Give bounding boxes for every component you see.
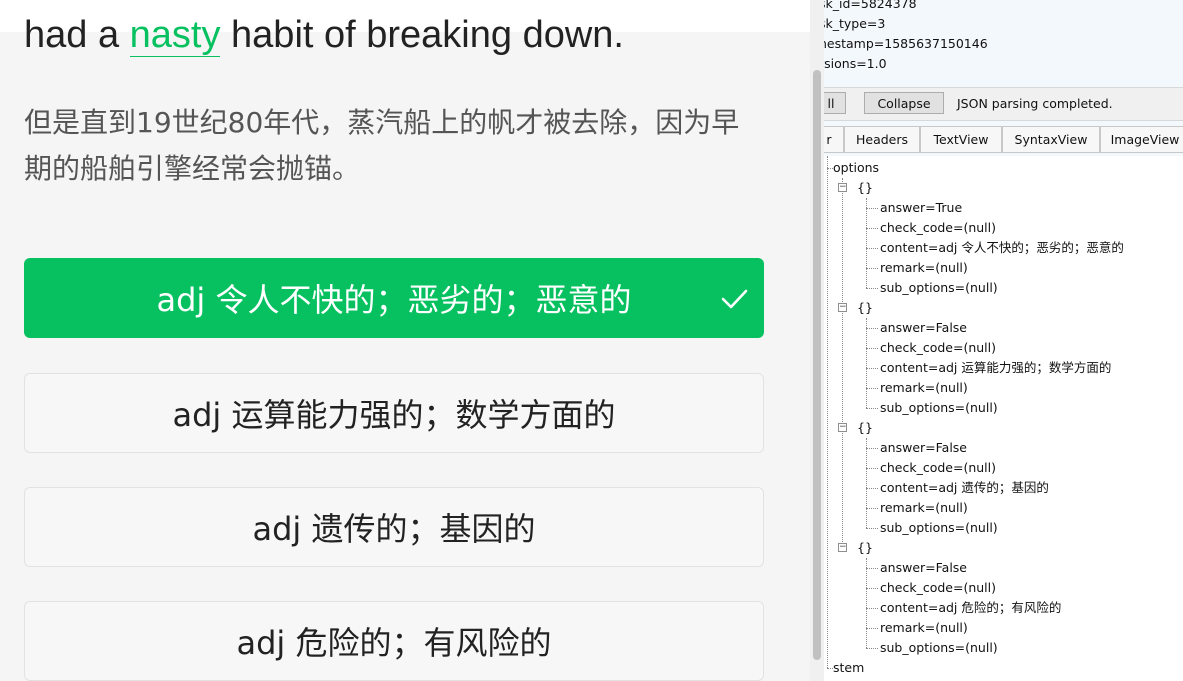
option-button-1[interactable]: adj 令人不快的；恶劣的；恶意的 [24,258,764,338]
tree-guide [866,628,878,629]
request-meta: sk_id=5824378 sk_type=3 nestamp=15856371… [824,0,988,74]
tree-node-object[interactable]: {} [857,298,873,318]
tree-guide [866,558,867,648]
tree-guide [866,228,878,229]
tree-guide [866,318,867,408]
option-label: adj 运算能力强的；数学方面的 [172,396,616,434]
tree-leaf[interactable]: remark=(null) [880,618,968,638]
option-label: adj 遗传的；基因的 [252,510,536,548]
tree-leaf[interactable]: content=adj 危险的；有风险的 [880,598,1061,618]
tree-leaf[interactable]: answer=False [880,558,967,578]
option-button-4[interactable]: adj 危险的；有风险的 [24,601,764,681]
tree-leaf[interactable]: sub_options=(null) [880,638,998,658]
tree-guide [866,388,878,389]
tree-leaf[interactable]: check_code=(null) [880,218,996,238]
example-sentence: had a nasty habit of breaking down. [24,10,784,60]
meta-line: sk_id=5824378 [824,0,917,11]
sentence-before: had a [24,14,130,56]
tree-leaf[interactable]: check_code=(null) [880,338,996,358]
tree-leaf[interactable]: content=adj 运算能力强的；数学方面的 [880,358,1111,378]
tree-guide [866,448,878,449]
meta-line: rsions=1.0 [824,56,887,71]
tree-leaf[interactable]: answer=True [880,198,962,218]
tab-syntaxview[interactable]: SyntaxView [1002,126,1100,152]
tree-guide [866,648,878,649]
option-label: adj 令人不快的；恶劣的；恶意的 [156,281,632,319]
expand-all-button[interactable]: ll [824,92,846,114]
tree-leaf[interactable]: check_code=(null) [880,458,996,478]
option-label: adj 危险的；有风险的 [236,624,552,662]
checkmark-icon [721,289,748,309]
tree-leaf[interactable]: sub_options=(null) [880,518,998,538]
tree-guide [866,368,878,369]
tree-guide [866,328,878,329]
tab-textview[interactable]: TextView [920,126,1002,152]
tree-guide [866,468,878,469]
collapse-toggle-icon[interactable]: − [838,423,847,432]
sentence-translation: 但是直到19世纪80年代，蒸汽船上的帆才被去除，因为早期的船舶引擎经常会抛锚。 [24,106,740,185]
collapse-toggle-icon[interactable]: − [838,303,847,312]
tree-guide [827,156,828,668]
tree-guide [866,268,878,269]
tree-node-object[interactable]: {} [857,538,873,558]
tree-guide [866,588,878,589]
tree-node-stem[interactable]: stem [833,658,864,678]
tree-leaf[interactable]: answer=False [880,318,967,338]
tree-leaf[interactable]: sub_options=(null) [880,398,998,418]
tree-guide [866,248,878,249]
parse-status: JSON parsing completed. [957,96,1113,111]
meta-line: sk_type=3 [824,16,886,31]
tree-guide [866,608,878,609]
json-inspector-panel: sk_id=5824378 sk_type=3 nestamp=15856371… [824,0,1183,681]
tab-partial[interactable]: r [824,126,844,152]
json-tree: options − {} answer=True check_code=(nul… [824,156,1183,681]
tab-imageview[interactable]: ImageView [1100,126,1183,152]
tree-leaf[interactable]: remark=(null) [880,498,968,518]
option-button-2[interactable]: adj 运算能力强的；数学方面的 [24,373,764,453]
scrollbar-thumb[interactable] [813,70,821,660]
tree-guide [866,488,878,489]
tree-node-object[interactable]: {} [857,418,873,438]
tree-guide [866,508,878,509]
tree-node-options[interactable]: options [833,158,879,178]
tree-leaf[interactable]: content=adj 令人不快的；恶劣的；恶意的 [880,238,1124,258]
meta-line: nestamp=1585637150146 [824,36,988,51]
tree-guide [866,208,878,209]
highlighted-word[interactable]: nasty [129,14,221,57]
tree-guide [866,568,878,569]
tree-node-object[interactable]: {} [857,178,873,198]
tree-guide [866,348,878,349]
inspector-tabs: r Headers TextView SyntaxView ImageView [824,126,1183,153]
tree-guide [866,288,878,289]
vertical-scrollbar[interactable] [810,0,824,681]
tree-leaf[interactable]: content=adj 遗传的；基因的 [880,478,1049,498]
tree-guide [866,528,878,529]
tree-leaf[interactable]: remark=(null) [880,258,968,278]
sentence-after: habit of breaking down. [220,14,624,56]
tab-headers[interactable]: Headers [844,126,920,152]
collapse-toggle-icon[interactable]: − [838,543,847,552]
tree-guide [866,198,867,288]
tree-guide [866,408,878,409]
json-toolbar: ll Collapse JSON parsing completed. [824,87,1183,121]
tree-guide [866,438,867,528]
tree-guide [842,178,843,552]
collapse-toggle-icon[interactable]: − [838,183,847,192]
option-button-3[interactable]: adj 遗传的；基因的 [24,487,764,567]
tree-leaf[interactable]: sub_options=(null) [880,278,998,298]
tree-leaf[interactable]: answer=False [880,438,967,458]
collapse-button[interactable]: Collapse [864,92,944,114]
tree-leaf[interactable]: remark=(null) [880,378,968,398]
quiz-panel: had a nasty habit of breaking down. 但是直到… [0,0,810,681]
tree-leaf[interactable]: check_code=(null) [880,578,996,598]
